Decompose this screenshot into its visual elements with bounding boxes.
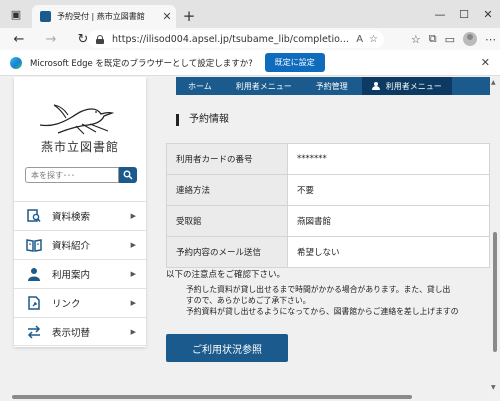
row-value: 不要 <box>287 174 490 206</box>
notice-text: 予約資料が貸し出せるようになってから、図書館からご連絡を差し上げますの <box>186 307 459 316</box>
sidebar-item-label: 利用案内 <box>52 270 91 281</box>
horizontal-scrollbar[interactable] <box>0 393 490 401</box>
sidebar-item-display-switch[interactable]: 表示切替 ▶ <box>14 317 146 346</box>
url-field[interactable]: https://ilisod004.apsel.jp/tsubame_lib/c… <box>88 30 384 48</box>
extensions-icon[interactable]: ⧉ <box>429 32 437 46</box>
tab-close-icon[interactable]: ✕ <box>158 10 176 23</box>
row-label: 予約内容のメール送信 <box>166 236 288 268</box>
favorite-star-icon[interactable]: ☆ <box>369 34 378 45</box>
address-bar: ← → ↻ https://ilisod004.apsel.jp/tsubame… <box>0 28 500 50</box>
nav-user-menu[interactable]: 利用者メニュー <box>224 77 304 95</box>
infobar-message: Microsoft Edge を既定のブラウザーとして設定しますか? <box>30 58 253 69</box>
sidebar-item-links[interactable]: リンク ▶ <box>14 288 146 317</box>
wallet-icon[interactable]: ▭ <box>445 33 455 46</box>
browser-tab[interactable]: 予約受付 | 燕市立図書館 ✕ <box>32 5 176 28</box>
table-row: 利用者カードの番号 ******* <box>166 143 490 175</box>
sidebar-item-material-search[interactable]: 資料検索 ▶ <box>14 201 146 230</box>
notice-item: 予約資料が貸し出せるようになってから、図書館からご連絡を差し上げますの <box>186 306 490 317</box>
library-name: 燕市立図書館 <box>40 140 119 154</box>
row-label: 利用者カードの番号 <box>166 143 288 175</box>
chevron-right-icon: ▶ <box>130 270 136 278</box>
set-default-button[interactable]: 既定に設定 <box>264 53 325 72</box>
chevron-right-icon: ▶ <box>130 327 136 336</box>
tab-title: 予約受付 | 燕市立図書館 <box>57 12 145 21</box>
nav-home[interactable]: ホーム <box>176 77 224 95</box>
tab-strip: ▣ 予約受付 | 燕市立図書館 ✕ + — ☐ ✕ <box>0 0 500 28</box>
site-favicon-icon <box>40 11 51 22</box>
chevron-right-icon: ▶ <box>130 299 136 307</box>
library-logo[interactable]: 燕市立図書館 <box>14 103 146 163</box>
nav-reservation-management[interactable]: 予約管理 <box>304 77 360 95</box>
row-value: ******* <box>287 143 490 175</box>
infobar-close-icon[interactable]: ✕ <box>481 56 490 69</box>
lock-icon <box>96 34 104 44</box>
chevron-right-icon: ▶ <box>130 212 136 220</box>
read-aloud-icon[interactable]: A <box>356 34 363 45</box>
vertical-scroll-thumb[interactable] <box>493 232 497 352</box>
user-icon <box>371 82 380 90</box>
sidebar-item-label: 資料紹介 <box>52 241 91 252</box>
book-open-icon <box>26 238 42 252</box>
row-value: 燕図書館 <box>287 205 490 237</box>
notice-list: 予約した資料が貸し出せるまで時間がかかる場合があります。また、貸し出 すので、あ… <box>166 284 490 317</box>
sidebar-item-label: 表示切替 <box>52 327 91 339</box>
default-browser-infobar: Microsoft Edge を既定のブラウザーとして設定しますか? 既定に設定… <box>0 50 500 76</box>
notice-item: 予約した資料が貸し出せるまで時間がかかる場合があります。また、貸し出 すので、あ… <box>186 284 490 306</box>
switch-arrows-icon <box>26 324 42 339</box>
vertical-scrollbar[interactable]: ▲ ▼ <box>490 77 500 393</box>
reservation-info-table: 利用者カードの番号 ******* 連絡方法 不要 受取館 燕図書館 予約内容の… <box>166 143 490 268</box>
swallow-logo-icon <box>39 104 115 135</box>
tab-actions-icon[interactable]: ▣ <box>4 0 28 28</box>
section-title: 予約情報 <box>176 114 229 126</box>
edge-logo-icon <box>10 56 22 69</box>
notice-section: 以下の注意点をご確認下さい。 予約した資料が貸し出せるまで時間がかかる場合があり… <box>166 269 490 317</box>
search-input[interactable] <box>25 167 119 183</box>
table-row: 受取館 燕図書館 <box>166 205 490 237</box>
usage-status-button[interactable]: ご利用状況参照 <box>166 334 288 362</box>
window-close-button[interactable]: ✕ <box>476 0 500 28</box>
url-text: https://ilisod004.apsel.jp/tsubame_lib/c… <box>112 33 349 45</box>
forward-button[interactable]: → <box>40 32 62 47</box>
sidebar-item-usage-guide[interactable]: 利用案内 ▶ <box>14 259 146 288</box>
sidebar: 燕市立図書館 資料検索 ▶ <box>14 77 146 347</box>
new-tab-button[interactable]: + <box>180 7 198 25</box>
row-label: 受取館 <box>166 205 288 237</box>
page-viewport: 燕市立図書館 資料検索 ▶ <box>0 77 490 393</box>
scroll-down-icon[interactable]: ▼ <box>491 384 496 391</box>
notice-text: 予約した資料が貸し出せるまで時間がかかる場合があります。また、貸し出 <box>186 285 451 294</box>
back-button[interactable]: ← <box>8 32 30 47</box>
profile-avatar[interactable] <box>463 32 477 46</box>
nav-user-menu-button[interactable]: 利用者メニュー <box>361 77 452 95</box>
table-row: 連絡方法 不要 <box>166 174 490 206</box>
table-row: 予約内容のメール送信 希望しない <box>166 236 490 268</box>
search-doc-icon <box>26 209 42 223</box>
chevron-right-icon: ▶ <box>130 241 136 249</box>
maximize-button[interactable]: ☐ <box>452 0 476 28</box>
scroll-up-icon[interactable]: ▲ <box>491 79 496 86</box>
top-navigation: ホーム 利用者メニュー 予約管理 利用者メニュー <box>176 77 490 95</box>
nav-user-menu-label: 利用者メニュー <box>385 81 442 91</box>
link-doc-icon <box>26 296 42 310</box>
search-icon <box>123 170 133 180</box>
notice-text-continued: すので、あらかじめご了承下さい。 <box>186 296 311 305</box>
row-value: 希望しない <box>287 236 490 268</box>
collections-icon[interactable]: ☆ <box>411 33 421 46</box>
settings-more-icon[interactable]: ⋯ <box>485 33 496 46</box>
sidebar-item-label: リンク <box>52 299 81 310</box>
notice-heading: 以下の注意点をご確認下さい。 <box>166 270 286 280</box>
search-box <box>25 167 145 183</box>
minimize-button[interactable]: — <box>428 0 452 28</box>
sidebar-item-label: 資料検索 <box>52 212 91 223</box>
sidebar-menu: 資料検索 ▶ 資料紹介 ▶ 利用案内 ▶ リンク ▶ 表示切替 ▶ <box>14 201 146 346</box>
sidebar-item-material-intro[interactable]: 資料紹介 ▶ <box>14 230 146 259</box>
horizontal-scroll-thumb[interactable] <box>12 395 412 399</box>
search-button[interactable] <box>119 167 137 183</box>
person-icon <box>26 267 42 281</box>
row-label: 連絡方法 <box>166 174 288 206</box>
